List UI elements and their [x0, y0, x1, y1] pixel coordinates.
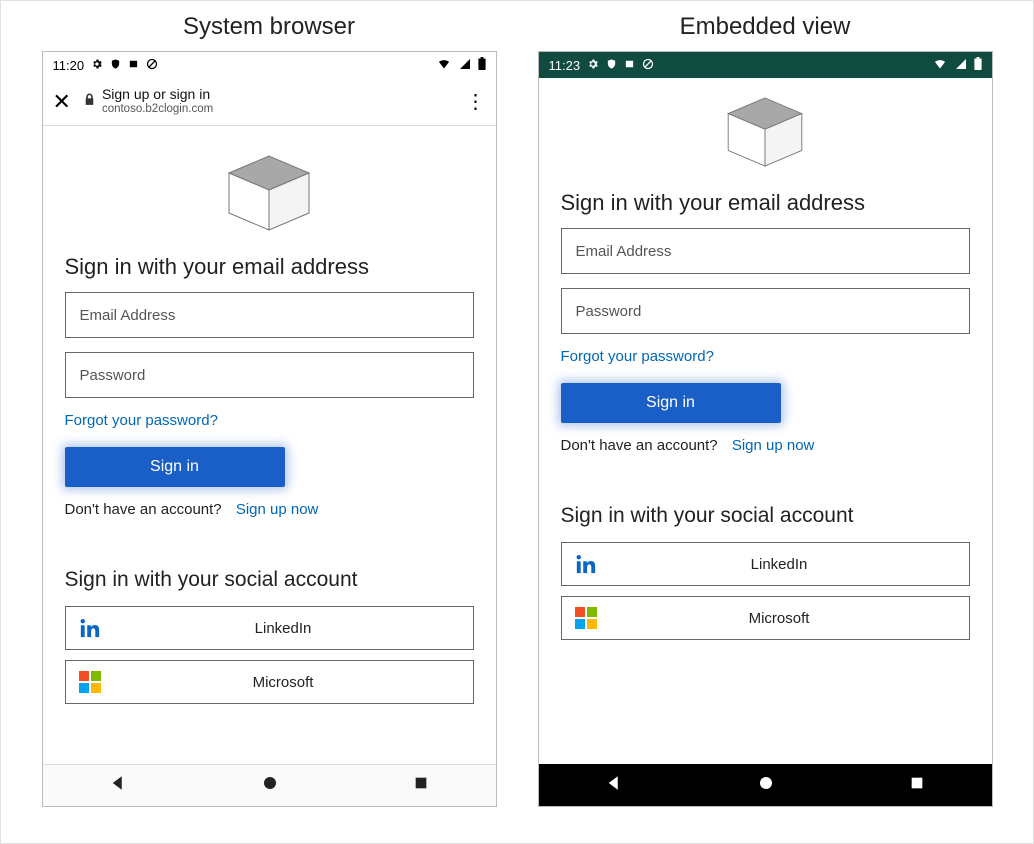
browser-chrome: ✕ Sign up or sign in contoso.b2clogin.co…: [43, 78, 496, 126]
home-button[interactable]: [261, 774, 279, 797]
linkedin-label: LinkedIn: [600, 556, 959, 573]
page-title: Sign up or sign in: [102, 87, 213, 102]
wifi-icon: [932, 58, 948, 73]
password-field[interactable]: Password: [65, 352, 474, 398]
signal-icon: [955, 58, 967, 73]
no-account-text: Don't have an account?: [561, 437, 718, 454]
microsoft-button[interactable]: Microsoft: [65, 660, 474, 704]
linkedin-button[interactable]: LinkedIn: [561, 542, 970, 586]
linkedin-icon: [76, 617, 104, 639]
embedded-view-column: Embedded view 11:23: [538, 13, 993, 823]
signal-icon: [459, 58, 471, 73]
forgot-password-link[interactable]: Forgot your password?: [65, 412, 474, 429]
android-nav-bar: [539, 764, 992, 806]
page-url: contoso.b2clogin.com: [102, 103, 213, 116]
password-field[interactable]: Password: [561, 288, 970, 334]
column-title: Embedded view: [680, 13, 851, 41]
android-nav-bar: [43, 764, 496, 806]
forgot-password-link[interactable]: Forgot your password?: [561, 348, 970, 365]
android-status-bar: 11:23: [539, 52, 992, 78]
status-time: 11:20: [53, 58, 85, 73]
overview-button[interactable]: [909, 775, 925, 796]
signin-button[interactable]: Sign in: [561, 383, 781, 423]
signin-heading: Sign in with your email address: [561, 190, 970, 216]
microsoft-label: Microsoft: [104, 674, 463, 691]
signin-heading: Sign in with your email address: [65, 254, 474, 280]
phone-frame-right: 11:23 Sign in with your email: [538, 51, 993, 807]
lock-icon: [83, 92, 96, 112]
email-field[interactable]: Email Address: [561, 228, 970, 274]
overflow-menu-icon[interactable]: ⋮: [466, 89, 486, 114]
signup-link[interactable]: Sign up now: [732, 437, 815, 454]
signup-row: Don't have an account? Sign up now: [65, 501, 474, 518]
overview-button[interactable]: [413, 775, 429, 796]
no-account-text: Don't have an account?: [65, 501, 222, 518]
linkedin-button[interactable]: LinkedIn: [65, 606, 474, 650]
android-status-bar: 11:20: [43, 52, 496, 78]
back-button[interactable]: [109, 774, 127, 797]
microsoft-button[interactable]: Microsoft: [561, 596, 970, 640]
signup-row: Don't have an account? Sign up now: [561, 437, 970, 454]
email-field[interactable]: Email Address: [65, 292, 474, 338]
shield-icon: [606, 58, 617, 73]
social-heading: Sign in with your social account: [65, 568, 474, 592]
linkedin-label: LinkedIn: [104, 620, 463, 637]
signup-link[interactable]: Sign up now: [236, 501, 319, 518]
card-icon: [128, 58, 139, 73]
battery-icon: [974, 57, 982, 73]
cube-icon: [719, 92, 811, 172]
microsoft-label: Microsoft: [600, 610, 959, 627]
microsoft-icon: [572, 607, 600, 629]
home-button[interactable]: [757, 774, 775, 797]
signin-page: Sign in with your email address Email Ad…: [43, 126, 496, 764]
signin-page: Sign in with your email address Email Ad…: [539, 78, 992, 764]
app-logo: [561, 92, 970, 172]
gear-icon: [91, 58, 103, 73]
social-heading: Sign in with your social account: [561, 504, 970, 528]
battery-icon: [478, 57, 486, 73]
card-icon: [624, 58, 635, 73]
column-title: System browser: [183, 13, 355, 41]
close-icon[interactable]: ✕: [53, 89, 71, 115]
phone-frame-left: 11:20 ✕ Sign up or sign in contoso.b2clo…: [42, 51, 497, 807]
gear-icon: [587, 58, 599, 73]
wifi-icon: [436, 58, 452, 73]
back-button[interactable]: [605, 774, 623, 797]
address-bar[interactable]: Sign up or sign in contoso.b2clogin.com: [83, 87, 454, 115]
system-browser-column: System browser 11:20 ✕ Sign up: [42, 13, 497, 823]
signin-button[interactable]: Sign in: [65, 447, 285, 487]
linkedin-icon: [572, 553, 600, 575]
shield-icon: [110, 58, 121, 73]
no-sign-icon: [642, 58, 654, 73]
no-sign-icon: [146, 58, 158, 73]
app-logo: [65, 150, 474, 236]
microsoft-icon: [76, 671, 104, 693]
status-time: 11:23: [549, 58, 581, 73]
cube-icon: [219, 150, 319, 236]
